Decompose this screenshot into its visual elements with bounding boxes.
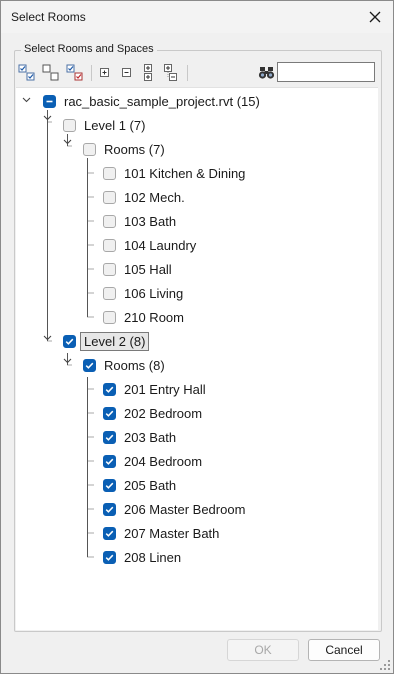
- expand-icon[interactable]: [95, 63, 115, 83]
- room-checkbox[interactable]: [103, 286, 116, 300]
- collapse-all-icon[interactable]: [161, 63, 181, 83]
- search-input[interactable]: [277, 62, 375, 82]
- room-item[interactable]: 106 Living: [103, 282, 183, 304]
- room-item[interactable]: 102 Mech.: [103, 186, 185, 208]
- room-item[interactable]: 202 Bedroom: [103, 402, 202, 424]
- level-1-rooms-label: Rooms (7): [104, 141, 165, 157]
- tree-rooms-group-node[interactable]: Rooms (8): [83, 354, 165, 376]
- close-icon[interactable]: [363, 5, 387, 29]
- level-2-rooms-label: Rooms (8): [104, 357, 165, 373]
- room-label: 210 Room: [124, 309, 184, 325]
- room-label: 205 Bath: [124, 477, 177, 493]
- toggle-check-icon[interactable]: [65, 63, 85, 83]
- room-checkbox[interactable]: [103, 262, 116, 276]
- room-checkbox[interactable]: [103, 430, 116, 444]
- room-label: 102 Mech.: [124, 189, 185, 205]
- level-2-checkbox[interactable]: [63, 334, 76, 348]
- room-label: 104 Laundry: [124, 237, 197, 253]
- root-label: rac_basic_sample_project.rvt (15): [64, 93, 260, 109]
- room-label: 201 Entry Hall: [124, 381, 206, 397]
- room-item[interactable]: 204 Bedroom: [103, 450, 202, 472]
- tree-level-node[interactable]: Level 1 (7): [63, 114, 145, 136]
- tree-level-node[interactable]: Level 2 (8): [63, 330, 150, 352]
- room-label: 208 Linen: [124, 549, 182, 565]
- root-checkbox-indeterminate[interactable]: [43, 94, 56, 108]
- rooms-tree: rac_basic_sample_project.rvt (15) Level …: [16, 87, 378, 630]
- room-label: 202 Bedroom: [124, 405, 203, 421]
- room-item[interactable]: 208 Linen: [103, 546, 181, 568]
- tree-rooms-group-node[interactable]: Rooms (7): [83, 138, 165, 160]
- room-item[interactable]: 207 Master Bath: [103, 522, 219, 544]
- room-checkbox[interactable]: [103, 310, 116, 324]
- group-label: Select Rooms and Spaces: [21, 43, 157, 55]
- room-item[interactable]: 205 Bath: [103, 474, 176, 496]
- room-checkbox[interactable]: [103, 238, 116, 252]
- room-item[interactable]: 203 Bath: [103, 426, 176, 448]
- level-1-rooms-checkbox[interactable]: [83, 142, 96, 156]
- window-title: Select Rooms: [11, 10, 86, 24]
- title-bar: Select Rooms: [1, 1, 393, 33]
- room-checkbox[interactable]: [103, 190, 116, 204]
- check-all-icon[interactable]: [17, 63, 37, 83]
- room-item[interactable]: 103 Bath: [103, 210, 176, 232]
- uncheck-all-icon[interactable]: [41, 63, 61, 83]
- level-2-rooms-checkbox[interactable]: [83, 358, 96, 372]
- room-label: 203 Bath: [124, 429, 177, 445]
- room-label: 103 Bath: [124, 213, 177, 229]
- room-label: 106 Living: [124, 285, 184, 301]
- room-checkbox[interactable]: [103, 526, 116, 540]
- select-rooms-dialog: Select Rooms Select Rooms and Spaces rac…: [0, 0, 394, 674]
- level-1-label: Level 1 (7): [84, 117, 146, 133]
- cancel-button[interactable]: Cancel: [308, 639, 380, 661]
- binoculars-icon[interactable]: [257, 63, 277, 83]
- room-item[interactable]: 201 Entry Hall: [103, 378, 206, 400]
- room-label: 206 Master Bedroom: [124, 501, 246, 517]
- room-item[interactable]: 101 Kitchen & Dining: [103, 162, 245, 184]
- room-checkbox[interactable]: [103, 454, 116, 468]
- toolbar-separator: [91, 65, 92, 81]
- toolbar-separator: [187, 65, 188, 81]
- room-item[interactable]: 206 Master Bedroom: [103, 498, 245, 520]
- room-label: 105 Hall: [124, 261, 172, 277]
- level-1-checkbox[interactable]: [63, 118, 76, 132]
- room-item[interactable]: 210 Room: [103, 306, 184, 328]
- room-checkbox[interactable]: [103, 478, 116, 492]
- collapse-icon[interactable]: [117, 63, 137, 83]
- room-label: 101 Kitchen & Dining: [124, 165, 246, 181]
- tree-root-node[interactable]: rac_basic_sample_project.rvt (15): [43, 90, 260, 112]
- room-label: 204 Bedroom: [124, 453, 203, 469]
- resize-grip-icon[interactable]: [379, 659, 391, 671]
- room-checkbox[interactable]: [103, 166, 116, 180]
- room-checkbox[interactable]: [103, 550, 116, 564]
- expand-all-icon[interactable]: [139, 63, 159, 83]
- room-item[interactable]: 104 Laundry: [103, 234, 196, 256]
- level-2-label: Level 2 (8): [80, 331, 150, 351]
- ok-button[interactable]: OK: [227, 639, 299, 661]
- room-label: 207 Master Bath: [124, 525, 220, 541]
- room-checkbox[interactable]: [103, 406, 116, 420]
- room-checkbox[interactable]: [103, 502, 116, 516]
- room-checkbox[interactable]: [103, 382, 116, 396]
- room-item[interactable]: 105 Hall: [103, 258, 172, 280]
- room-checkbox[interactable]: [103, 214, 116, 228]
